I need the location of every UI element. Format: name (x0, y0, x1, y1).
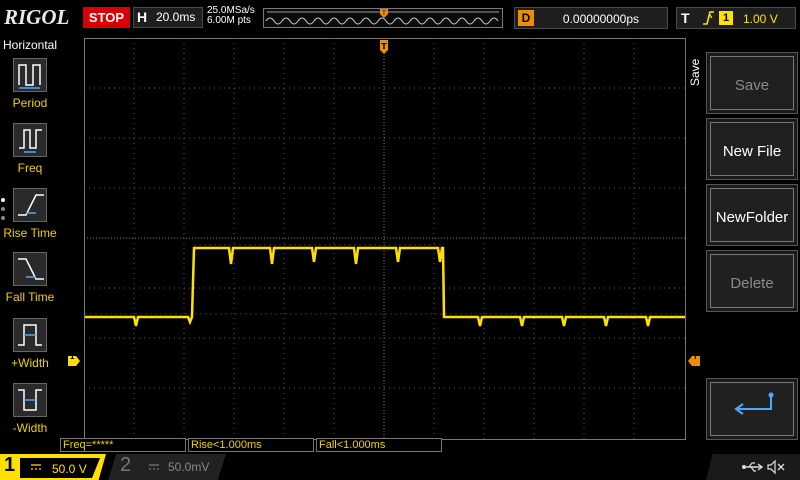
waveform-grid: T (84, 38, 686, 440)
rise-time-icon (13, 188, 47, 222)
return-button[interactable] (706, 378, 798, 440)
save-softkey-menu: Save Save New File NewFolder Delete (688, 38, 800, 440)
sample-info: 25.0MSa/s 6.00M pts (207, 6, 255, 26)
period-icon (13, 58, 47, 92)
svg-text:T: T (381, 42, 387, 51)
dc-coupling-icon (31, 464, 41, 470)
freq-label: Freq (17, 161, 43, 175)
measurement-rise[interactable]: Rise<1.000ms (188, 438, 314, 452)
save-button-label: Save (734, 77, 770, 94)
channel-1-marker-label: 1 (70, 352, 75, 361)
measure-positive-width[interactable]: +Width (2, 318, 58, 380)
measure-negative-width[interactable]: -Width (2, 383, 58, 445)
measure-period[interactable]: Period (2, 58, 58, 120)
top-status-bar: RIGOL STOP H 20.0ms 25.0MSa/s 6.00M pts … (0, 0, 800, 38)
channel-1-number: 1 (4, 454, 16, 476)
right-menu-title: Save (688, 58, 702, 86)
new-folder-button[interactable]: NewFolder (706, 184, 798, 246)
memory-waveform-preview: T (265, 9, 499, 25)
measure-freq[interactable]: Freq (2, 123, 58, 185)
negative-width-icon (13, 383, 47, 417)
usb-icon[interactable] (742, 460, 764, 474)
delay-letter: D (518, 10, 534, 26)
rising-edge-icon (703, 11, 714, 25)
channel-1-scale: 50.0 V (52, 462, 87, 476)
channel-1-ground-marker[interactable]: 1 (68, 352, 80, 366)
trigger-box[interactable]: T 1 1.00 V (676, 7, 796, 29)
timebase-value: 20.0ms (156, 10, 196, 24)
channel-2-scale: 50.0mV (168, 460, 210, 474)
channel-1-box[interactable]: 1 50.0 V (0, 454, 106, 480)
fall-time-icon (13, 252, 47, 286)
memory-depth: 6.00M pts (207, 15, 251, 26)
frequency-icon (13, 123, 47, 157)
horizontal-timebase-box[interactable]: H 20.0ms (133, 7, 203, 28)
channel-status-bar: 1 50.0 V 2 50.0mV (0, 452, 800, 480)
delete-label: Delete (730, 275, 774, 292)
measurement-fall[interactable]: Fall<1.000ms (316, 438, 442, 452)
negative-width-label: -Width (12, 421, 48, 435)
trigger-level: 1.00 V (743, 12, 778, 26)
period-label: Period (12, 96, 48, 110)
run-stop-status[interactable]: STOP (83, 7, 130, 28)
return-arrow-icon (734, 392, 774, 415)
delete-button[interactable]: Delete (706, 250, 798, 312)
memory-overview-bar: T (263, 8, 503, 28)
horizontal-measure-menu: Horizontal Period Freq Rise Time Fall Ti… (0, 38, 60, 450)
trigger-source: 1 (719, 11, 733, 25)
measure-rise-time[interactable]: Rise Time (2, 188, 58, 250)
system-status-area (706, 454, 800, 480)
delay-value: 0.00000000ps (562, 12, 639, 26)
save-button[interactable]: Save (706, 52, 798, 114)
brand-logo: RIGOL (4, 5, 70, 29)
horizontal-letter: H (137, 9, 148, 25)
new-file-button[interactable]: New File (706, 118, 798, 180)
rise-time-label: Rise Time (3, 226, 57, 240)
new-folder-label: NewFolder (715, 209, 789, 226)
new-file-label: New File (722, 143, 782, 160)
measurement-freq[interactable]: Freq=***** (60, 438, 186, 452)
measure-fall-time[interactable]: Fall Time (2, 252, 58, 314)
channel-2-box[interactable]: 2 50.0mV (108, 454, 226, 480)
svg-text:T: T (381, 10, 386, 17)
mute-icon[interactable] (766, 459, 786, 475)
waveform-display[interactable]: T (84, 38, 686, 440)
delay-box[interactable]: D 0.00000000ps (514, 7, 668, 29)
trigger-letter: T (681, 10, 690, 26)
positive-width-icon (13, 318, 47, 352)
channel-2-number: 2 (120, 454, 132, 476)
fall-time-label: Fall Time (5, 290, 55, 304)
positive-width-label: +Width (11, 356, 49, 370)
measurement-results-bar: Freq=***** Rise<1.000ms Fall<1.000ms (60, 438, 700, 452)
dc-coupling-icon (149, 464, 159, 470)
left-menu-title: Horizontal (2, 38, 58, 52)
